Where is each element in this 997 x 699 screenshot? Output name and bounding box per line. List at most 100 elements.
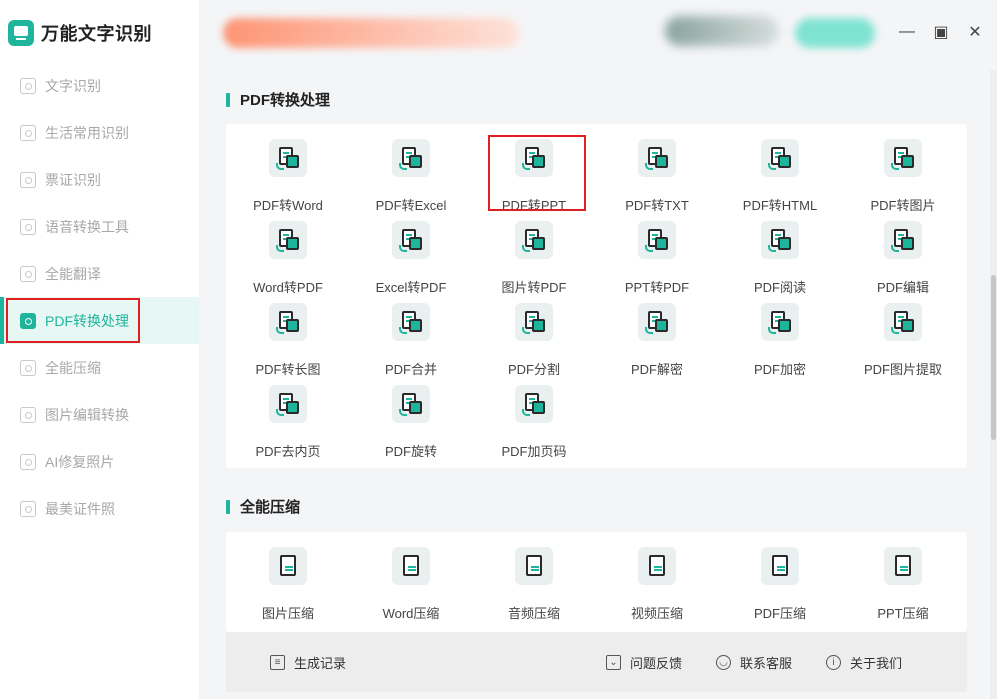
pdf-convert-icon <box>269 139 307 177</box>
about-label: 关于我们 <box>850 655 903 671</box>
sidebar-item-image-edit[interactable]: 图片编辑转换 <box>0 391 199 438</box>
tool-item[interactable]: PDF转Excel <box>351 139 471 215</box>
pdf-convert-icon <box>269 385 307 423</box>
tool-item[interactable]: PDF编辑 <box>843 221 963 297</box>
tool-label: PDF转Word <box>253 198 323 213</box>
tool-label: PPT压缩 <box>877 606 929 621</box>
top-bar: — ▣ ✕ <box>199 0 997 70</box>
promo-banner[interactable] <box>223 18 519 48</box>
tool-item[interactable]: PPT压缩 <box>843 547 963 623</box>
compress-tools-card: 图片压缩 Word压缩 音频压缩 视频压缩 PDF压缩 PPT压缩 <box>226 532 967 632</box>
tool-item[interactable]: PDF转PPT <box>474 139 594 215</box>
voice-icon <box>20 218 36 235</box>
tool-item[interactable]: PDF图片提取 <box>843 303 963 379</box>
sidebar-item-voice-tools[interactable]: 语音转换工具 <box>0 203 199 250</box>
tool-item[interactable]: Excel转PDF <box>351 221 471 297</box>
tool-label: PDF旋转 <box>384 444 437 459</box>
sidebar-nav: 文字识别 生活常用识别 票证识别 语音转换工具 全能翻译 PDF转换处理 全能压… <box>0 62 199 532</box>
pdf-convert-icon <box>392 385 430 423</box>
tool-label: PPT转PDF <box>624 280 690 295</box>
tool-item[interactable]: 图片压缩 <box>228 547 348 623</box>
footer-bar: ≡ 生成记录 ⌄ 问题反馈 ◡ 联系客服 i 关于我们 <box>226 632 967 692</box>
scan-text-icon <box>20 77 36 94</box>
service-label: 联系客服 <box>740 655 793 671</box>
history-button[interactable]: ≡ 生成记录 <box>270 632 346 692</box>
compress-icon <box>20 359 36 376</box>
maximize-button[interactable]: ▣ <box>929 20 953 44</box>
compress-file-icon <box>269 547 307 585</box>
app-logo-icon <box>8 20 34 46</box>
pdf-convert-icon <box>392 303 430 341</box>
tool-label: PDF转PPT <box>501 198 567 213</box>
compress-file-icon <box>638 547 676 585</box>
vip-button[interactable] <box>795 18 875 48</box>
tool-item[interactable]: 图片转PDF <box>474 221 594 297</box>
tool-item[interactable]: PDF加密 <box>720 303 840 379</box>
compress-file-icon <box>761 547 799 585</box>
tool-label: PDF加页码 <box>501 444 567 459</box>
tool-item[interactable]: PDF解密 <box>597 303 717 379</box>
sidebar-item-id-photo[interactable]: 最美证件照 <box>0 485 199 532</box>
tool-item[interactable]: Word转PDF <box>228 221 348 297</box>
about-button[interactable]: i 关于我们 <box>826 632 902 692</box>
sidebar-item-label: PDF转换处理 <box>45 312 129 329</box>
pdf-icon <box>20 312 36 329</box>
tool-label: PDF分割 <box>507 362 560 377</box>
sidebar-item-pdf[interactable]: PDF转换处理 <box>0 297 199 344</box>
pdf-convert-icon <box>761 303 799 341</box>
tool-item[interactable]: Word压缩 <box>351 547 471 623</box>
sidebar-item-ticket-recognition[interactable]: 票证识别 <box>0 156 199 203</box>
tool-item[interactable]: PDF分割 <box>474 303 594 379</box>
scrollbar-thumb[interactable] <box>991 275 996 440</box>
pdf-convert-icon <box>761 221 799 259</box>
app-logo: 万能文字识别 <box>8 20 152 46</box>
tool-label: 音频压缩 <box>507 606 560 621</box>
tool-label: PDF压缩 <box>753 606 806 621</box>
minimize-button[interactable]: — <box>895 20 919 44</box>
feedback-label: 问题反馈 <box>630 655 683 671</box>
pdf-convert-icon <box>638 139 676 177</box>
sidebar-item-life-recognition[interactable]: 生活常用识别 <box>0 109 199 156</box>
tool-item[interactable]: PPT转PDF <box>597 221 717 297</box>
tool-item[interactable]: PDF阅读 <box>720 221 840 297</box>
tool-item[interactable]: PDF转图片 <box>843 139 963 215</box>
scan-life-icon <box>20 124 36 141</box>
chat-icon: ◡ <box>716 654 731 670</box>
feedback-icon: ⌄ <box>606 654 621 670</box>
tool-label: PDF阅读 <box>753 280 806 295</box>
user-account[interactable] <box>665 16 779 46</box>
sidebar-item-ai-photo[interactable]: AI修复照片 <box>0 438 199 485</box>
pdf-convert-icon <box>392 221 430 259</box>
tool-item[interactable]: 视频压缩 <box>597 547 717 623</box>
pdf-convert-icon <box>884 221 922 259</box>
image-edit-icon <box>20 406 36 423</box>
tool-item[interactable]: PDF转Word <box>228 139 348 215</box>
section-title-pdf: PDF转换处理 <box>226 89 330 110</box>
tool-item[interactable]: PDF去内页 <box>228 385 348 461</box>
service-button[interactable]: ◡ 联系客服 <box>716 632 792 692</box>
tool-item[interactable]: PDF旋转 <box>351 385 471 461</box>
tool-item[interactable]: PDF加页码 <box>474 385 594 461</box>
sidebar-item-translate[interactable]: 全能翻译 <box>0 250 199 297</box>
sidebar-item-label: 票证识别 <box>45 171 101 188</box>
pdf-convert-icon <box>884 139 922 177</box>
tool-item[interactable]: PDF压缩 <box>720 547 840 623</box>
sidebar-item-text-recognition[interactable]: 文字识别 <box>0 62 199 109</box>
pdf-tools-card: PDF转Word PDF转Excel PDF转PPT PDF转TXT PDF转HTML P… <box>226 124 967 468</box>
tool-item[interactable]: PDF合并 <box>351 303 471 379</box>
sidebar-item-label: 图片编辑转换 <box>45 406 129 423</box>
tool-label: Excel转PDF <box>375 280 447 295</box>
tool-item[interactable]: 音频压缩 <box>474 547 594 623</box>
close-button[interactable]: ✕ <box>963 20 987 44</box>
tool-label: PDF图片提取 <box>863 362 942 377</box>
tool-label: PDF转图片 <box>870 198 936 213</box>
tool-label: PDF转TXT <box>625 198 689 213</box>
sidebar-item-compress[interactable]: 全能压缩 <box>0 344 199 391</box>
compress-file-icon <box>392 547 430 585</box>
app-title: 万能文字识别 <box>41 24 152 44</box>
tool-item[interactable]: PDF转TXT <box>597 139 717 215</box>
pdf-convert-icon <box>884 303 922 341</box>
tool-item[interactable]: PDF转HTML <box>720 139 840 215</box>
feedback-button[interactable]: ⌄ 问题反馈 <box>606 632 682 692</box>
tool-item[interactable]: PDF转长图 <box>228 303 348 379</box>
